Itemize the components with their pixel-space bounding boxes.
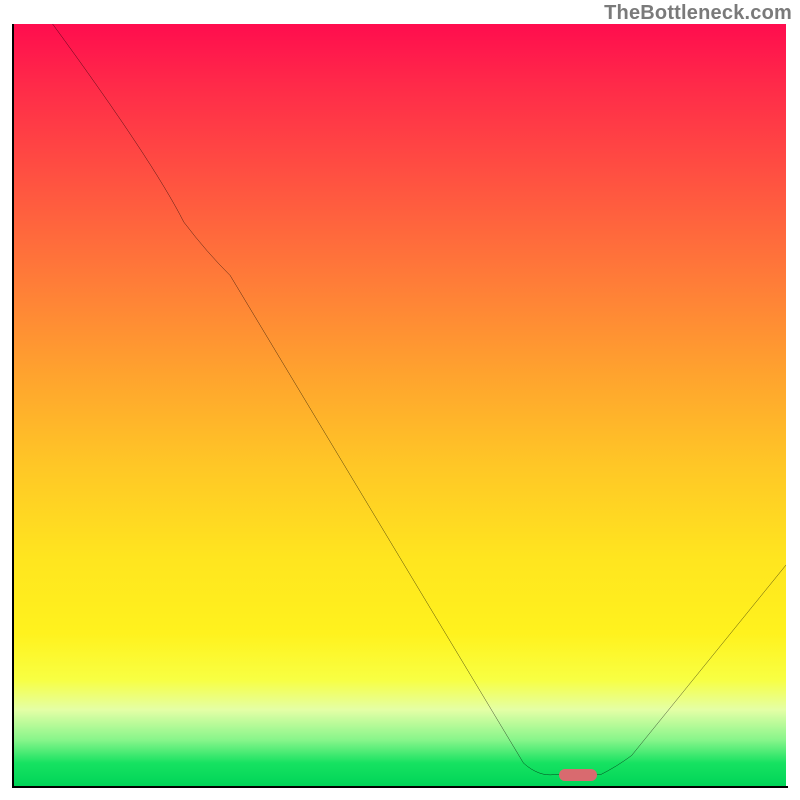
watermark-text: TheBottleneck.com bbox=[604, 2, 792, 25]
x-axis-line bbox=[12, 786, 788, 788]
chart-area bbox=[14, 24, 786, 786]
bottleneck-curve bbox=[14, 24, 786, 786]
optimal-marker bbox=[559, 769, 597, 781]
